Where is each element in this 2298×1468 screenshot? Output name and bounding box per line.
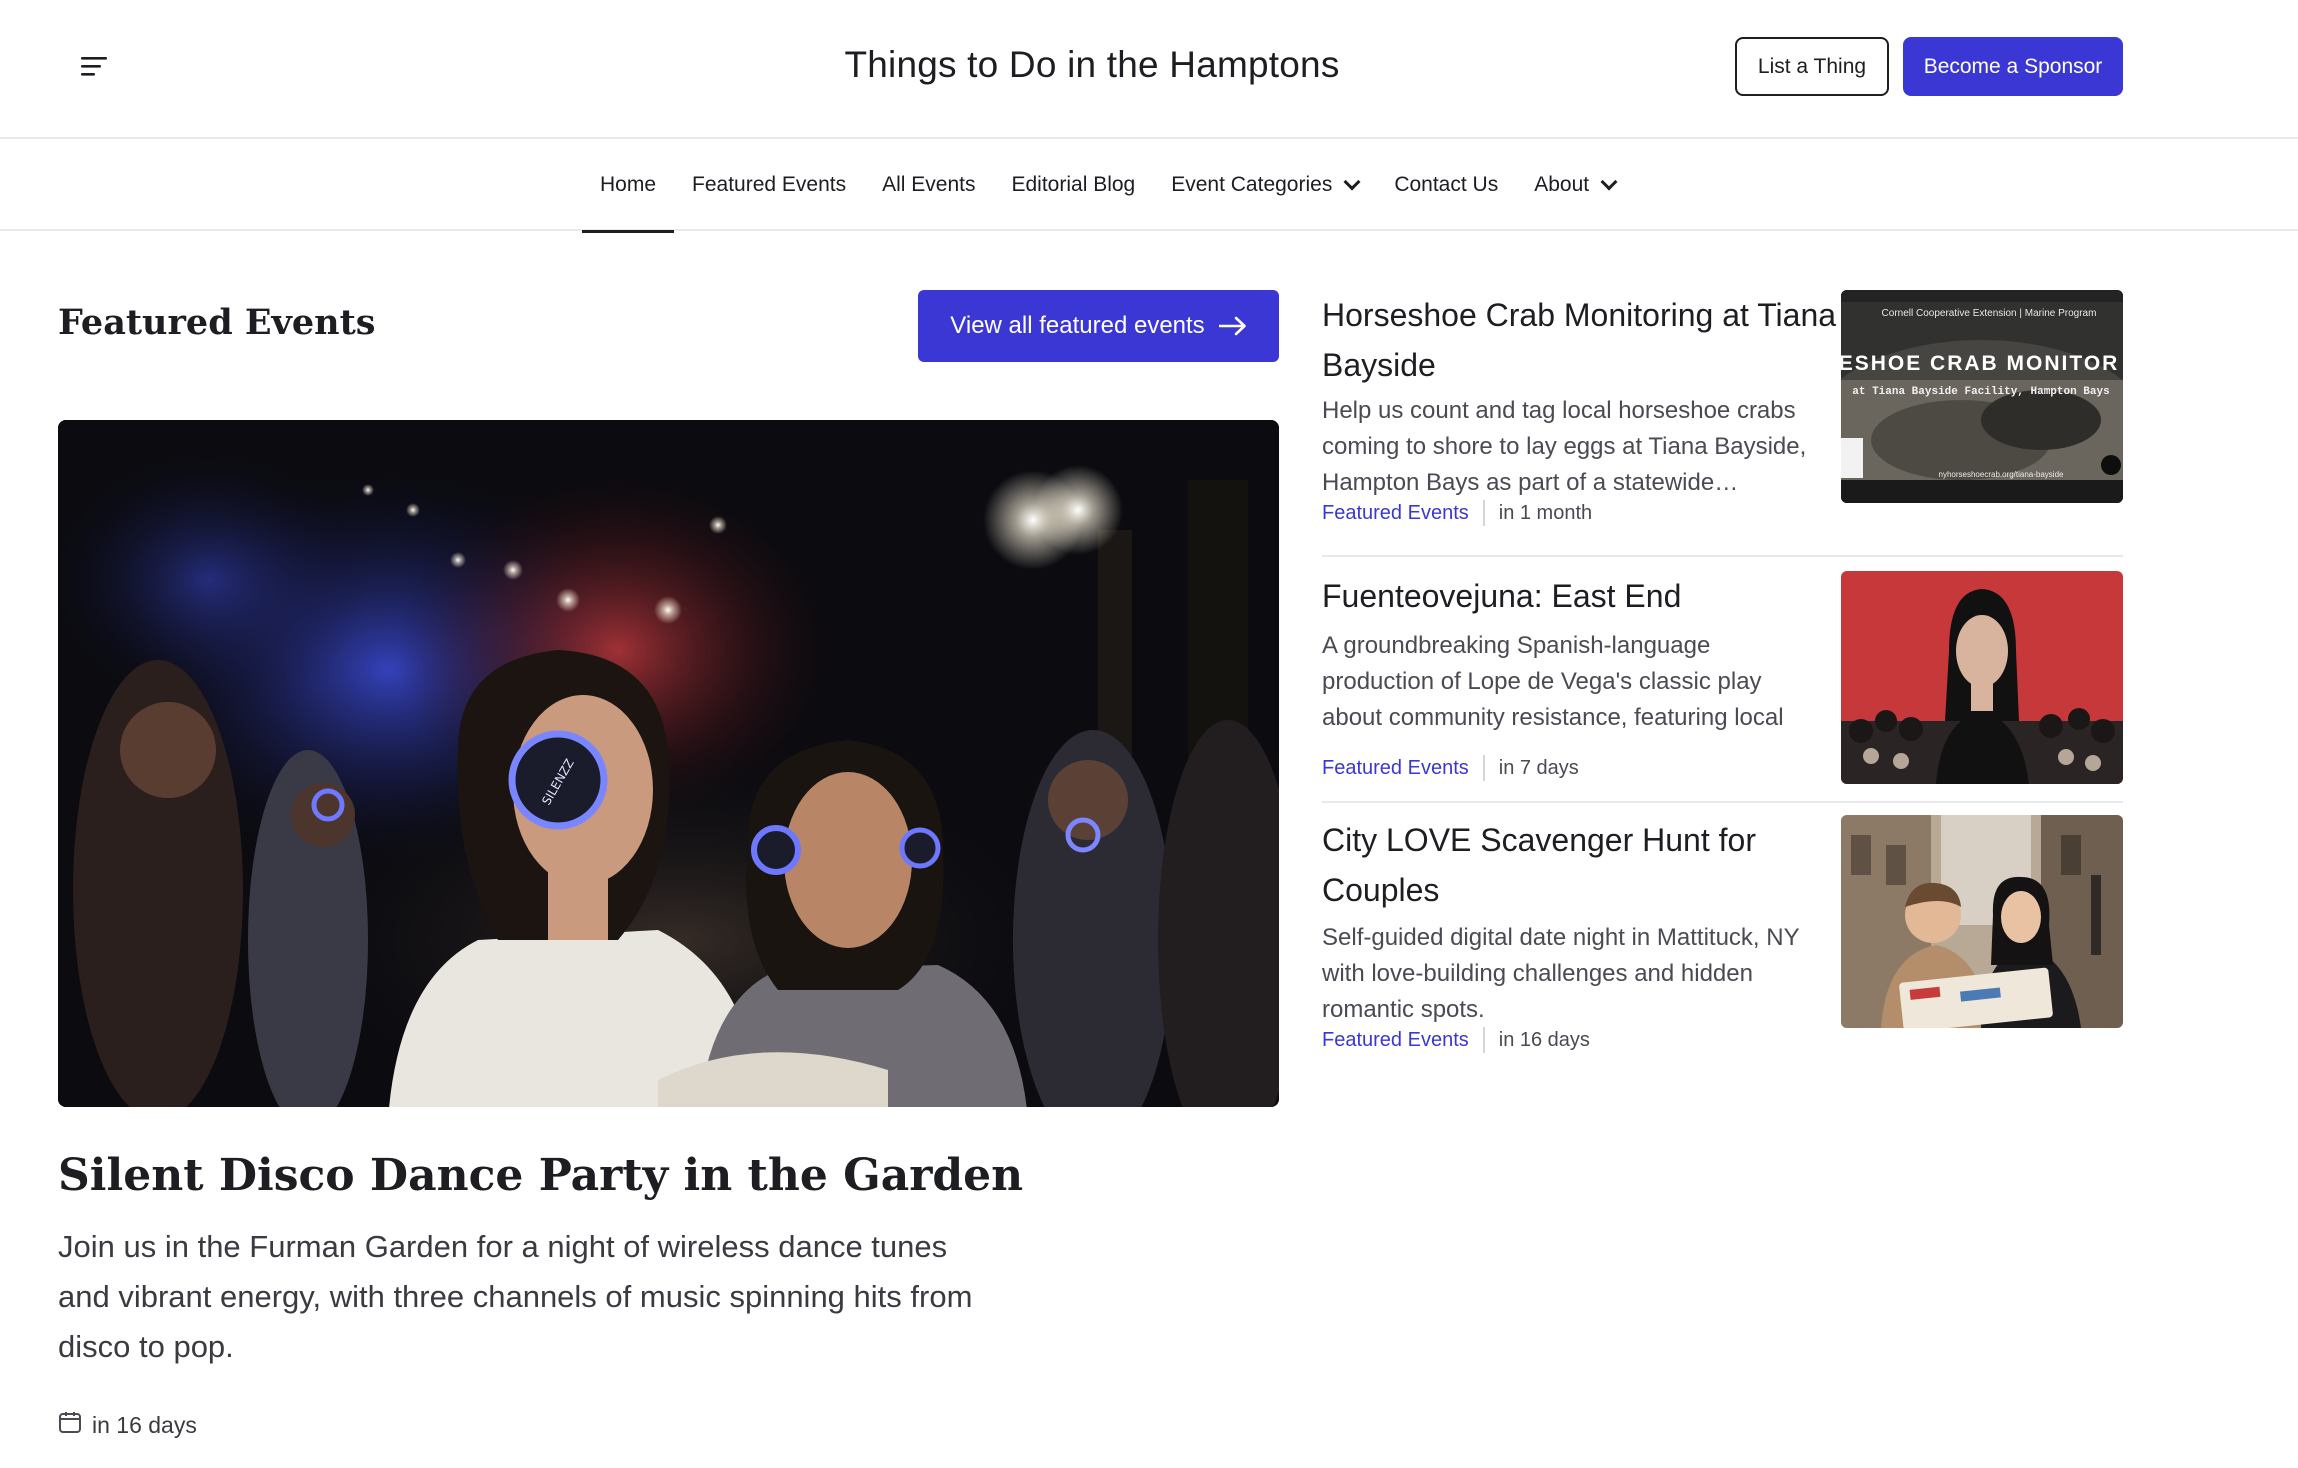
hero-event-title[interactable]: Silent Disco Dance Party in the Garden: [58, 1150, 1023, 1201]
event-thumbnail[interactable]: [1841, 815, 2123, 1028]
hero-event-image[interactable]: SILENZZ: [58, 420, 1279, 1107]
event-meta: Featured Events in 7 days: [1322, 755, 1579, 781]
become-a-sponsor-button[interactable]: Become a Sponsor: [1903, 37, 2123, 96]
nav-item-event-categories[interactable]: Event Categories: [1153, 139, 1376, 231]
nav-item-about[interactable]: About: [1516, 139, 1633, 231]
event-when: in 1 month: [1498, 501, 1593, 524]
chevron-down-icon: [1600, 173, 1618, 191]
event-category-link[interactable]: Featured Events: [1322, 502, 1469, 525]
meta-divider: [1482, 500, 1485, 526]
event-category-link[interactable]: Featured Events: [1322, 1029, 1469, 1052]
event-title[interactable]: Fuenteovejuna: East End: [1322, 571, 1842, 621]
main-nav: Home Featured Events All Events Editoria…: [0, 139, 2298, 233]
arrow-right-icon: [1218, 316, 1247, 336]
event-when: in 16 days: [1498, 1028, 1590, 1051]
view-all-featured-button[interactable]: View all featured events: [918, 290, 1279, 362]
list-divider: [1322, 801, 2123, 803]
event-meta: Featured Events in 16 days: [1322, 1027, 1590, 1053]
meta-divider: [1482, 1027, 1485, 1053]
nav-list: Home Featured Events All Events Editoria…: [582, 139, 1633, 233]
event-when: in 7 days: [1498, 756, 1579, 779]
nav-item-label: Event Categories: [1171, 173, 1333, 196]
event-meta: Featured Events in 1 month: [1322, 500, 1592, 526]
event-title[interactable]: City LOVE Scavenger Hunt for Couples: [1322, 815, 1842, 915]
hero-event-meta: in 16 days: [58, 1410, 197, 1440]
event-description: Self-guided digital date night in Mattit…: [1322, 924, 1800, 1023]
hero-event-when: in 16 days: [92, 1411, 197, 1438]
thumb-top-text: Cornell Cooperative Extension | Marine P…: [1882, 308, 2097, 319]
site-header: Things to Do in the Hamptons List a Thin…: [0, 0, 2298, 139]
event-description: A groundbreaking Spanish-language produc…: [1322, 632, 1784, 731]
thumb-main-text: SESHOE CRAB MONITOR: [1841, 352, 2119, 375]
thumb-sub-text: at Tiana Bayside Facility, Hampton Bays: [1852, 386, 2109, 398]
nav-item-home[interactable]: Home: [582, 139, 675, 233]
nav-item-label: Contact Us: [1394, 173, 1499, 196]
event-card-fuenteovejuna[interactable]: Fuenteovejuna: East End A groundbreaking…: [1322, 571, 2123, 784]
view-all-label: View all featured events: [950, 312, 1205, 339]
nav-item-label: Featured Events: [692, 173, 847, 196]
meta-divider: [1482, 755, 1485, 781]
event-category-link[interactable]: Featured Events: [1322, 757, 1469, 780]
event-thumbnail[interactable]: Cornell Cooperative Extension | Marine P…: [1841, 290, 2123, 503]
event-card-city-love[interactable]: City LOVE Scavenger Hunt for Couples Sel…: [1322, 815, 2123, 1055]
list-divider: [1322, 555, 2123, 557]
calendar-icon: [58, 1410, 82, 1440]
nav-item-label: Editorial Blog: [1011, 173, 1136, 196]
event-title[interactable]: Horseshoe Crab Monitoring at Tiana Baysi…: [1322, 290, 1842, 390]
section-title: Featured Events: [58, 302, 376, 343]
nav-item-featured-events[interactable]: Featured Events: [674, 139, 864, 231]
nav-item-all-events[interactable]: All Events: [864, 139, 993, 231]
hero-event-description: Join us in the Furman Garden for a night…: [58, 1229, 973, 1364]
list-a-thing-button[interactable]: List a Thing: [1735, 37, 1889, 96]
nav-item-label: Home: [600, 173, 657, 196]
nav-item-editorial-blog[interactable]: Editorial Blog: [994, 139, 1154, 231]
nav-item-label: About: [1534, 173, 1590, 196]
event-description: Help us count and tag local horseshoe cr…: [1322, 397, 1807, 496]
chevron-down-icon: [1343, 173, 1361, 191]
nav-item-contact-us[interactable]: Contact Us: [1376, 139, 1516, 231]
event-card-horseshoe-crab[interactable]: Horseshoe Crab Monitoring at Tiana Baysi…: [1322, 290, 2123, 552]
thumb-url-text: nyhorseshoecrab.org/tiana-bayside: [1939, 470, 2065, 479]
event-thumbnail[interactable]: [1841, 571, 2123, 784]
nav-item-label: All Events: [882, 173, 976, 196]
